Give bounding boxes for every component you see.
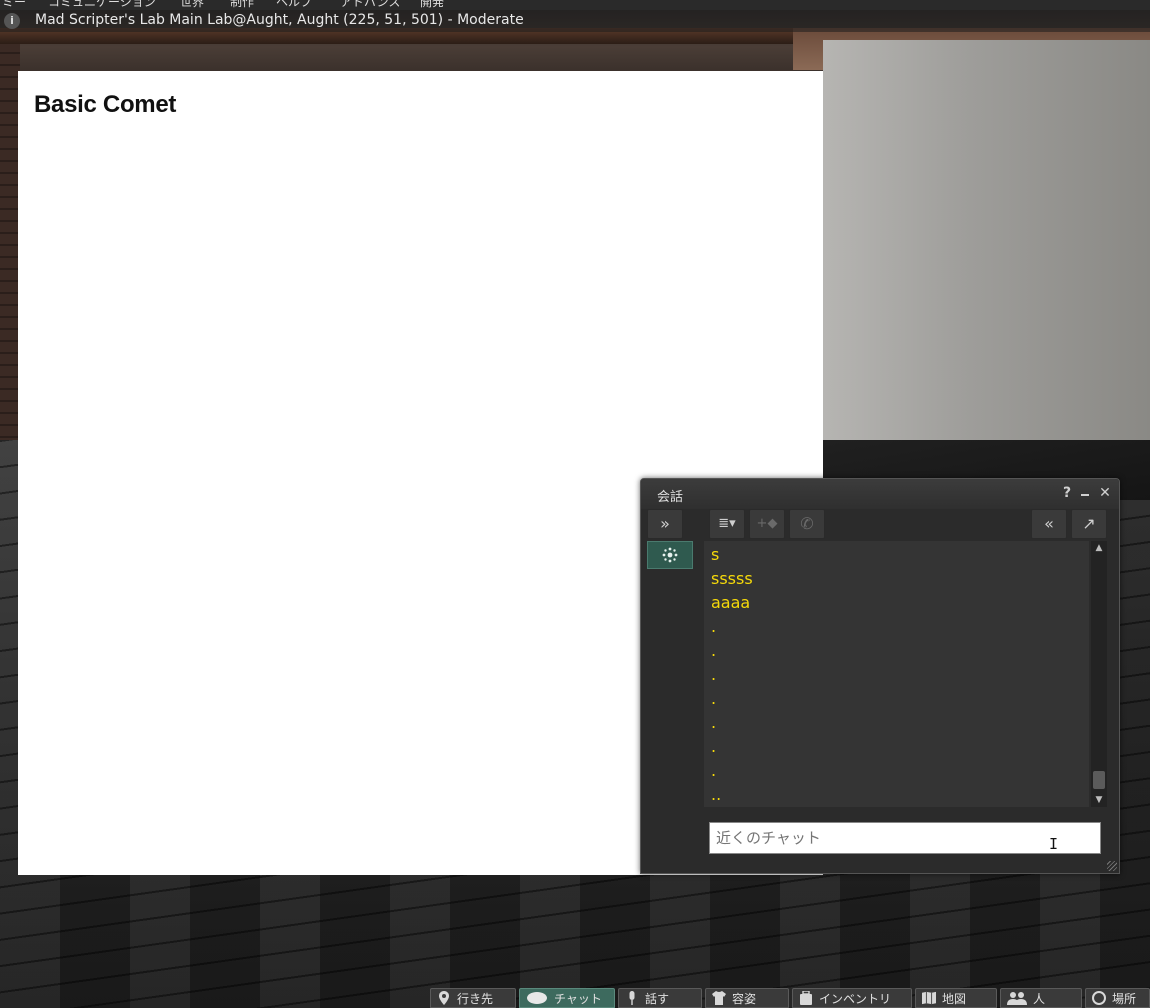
scroll-down-icon[interactable]: ▼	[1091, 793, 1107, 807]
close-button[interactable]: ✕	[1097, 484, 1113, 502]
menu-item-communication[interactable]: コミュニケーション	[48, 0, 156, 10]
help-button[interactable]: ?	[1059, 484, 1075, 502]
chat-message: .	[711, 665, 717, 684]
minimize-icon	[1081, 494, 1089, 496]
location-text[interactable]: Mad Scripter's Lab Main Lab@Aught, Aught…	[35, 12, 524, 28]
map-icon	[922, 991, 936, 1005]
toolbar-speak-button[interactable]: 話す	[618, 988, 702, 1008]
menu-item-help[interactable]: ヘルプ	[276, 0, 312, 10]
chat-scrollbar[interactable]: ▲ ▼	[1091, 541, 1107, 807]
expand-conversations-button[interactable]: »	[647, 509, 683, 539]
toolbar-label: 人	[1033, 991, 1046, 1006]
toolbar-label: インベントリ	[819, 991, 892, 1006]
toolbar-label: チャット	[554, 991, 602, 1006]
chat-message: .	[711, 713, 717, 732]
scroll-up-icon[interactable]: ▲	[1091, 541, 1107, 555]
chat-message: ..	[711, 785, 722, 804]
map-pin-icon	[437, 991, 451, 1005]
menu-item-build[interactable]: 制作	[230, 0, 254, 10]
toolbar-appearance-button[interactable]: 容姿	[705, 988, 789, 1008]
text-cursor-icon: I	[1049, 835, 1059, 853]
add-participant-button[interactable]: +◆	[749, 509, 785, 539]
toolbar-label: 行き先	[457, 991, 494, 1006]
scene-brick-wall	[0, 44, 20, 484]
floater-header[interactable]: 会話 ? ✕	[641, 479, 1119, 509]
chat-message: sssss	[711, 569, 753, 588]
scene-right-wall	[823, 40, 1150, 460]
microphone-icon	[625, 991, 639, 1005]
nearby-chat-icon	[662, 547, 678, 563]
scroll-thumb[interactable]	[1093, 771, 1105, 789]
bottom-toolbar: 行き先 チャット 話す 容姿 インベントリ 地図 人 場所	[430, 986, 1150, 1008]
info-icon[interactable]: i	[4, 13, 20, 29]
people-icon	[1007, 991, 1027, 1005]
shirt-icon	[712, 991, 726, 1005]
collapse-button[interactable]: «	[1031, 509, 1067, 539]
location-bar: i Mad Scripter's Lab Main Lab@Aught, Aug…	[0, 10, 1150, 32]
list-menu-icon: ≣▾	[718, 516, 736, 531]
toolbar-map-button[interactable]: 地図	[915, 988, 997, 1008]
toolbar-people-button[interactable]: 人	[1000, 988, 1082, 1008]
chat-message: .	[711, 761, 717, 780]
chat-message: aaaa	[711, 593, 751, 612]
phone-icon: ✆	[800, 514, 814, 533]
double-chevron-left-icon: «	[1044, 514, 1054, 533]
minimize-button[interactable]	[1077, 484, 1093, 502]
menu-item-develop[interactable]: 開発	[420, 0, 444, 10]
chat-message: .	[711, 617, 717, 636]
add-person-icon: +◆	[756, 516, 778, 531]
toolbar-places-button[interactable]: 場所	[1085, 988, 1150, 1008]
floater-title: 会話	[657, 490, 684, 505]
options-button[interactable]: ≣▾	[709, 509, 745, 539]
places-icon	[1092, 991, 1106, 1005]
double-chevron-right-icon: »	[660, 514, 670, 533]
chat-message: .	[711, 737, 717, 756]
resize-handle[interactable]	[1107, 861, 1117, 871]
menu-item-me[interactable]: ミー	[2, 0, 26, 10]
toolbar-inventory-button[interactable]: インベントリ	[792, 988, 912, 1008]
toolbar-label: 場所	[1112, 991, 1137, 1006]
menu-item-advanced[interactable]: アドバンス	[340, 0, 400, 10]
chat-history[interactable]: s sssss aaaa . . . . . . . ..	[704, 541, 1089, 807]
toolbar-chat-button[interactable]: チャット	[519, 988, 615, 1008]
tear-off-button[interactable]: ↗	[1071, 509, 1107, 539]
toolbar-label: 地図	[942, 991, 967, 1006]
menu-bar: ミー コミュニケーション 世界 制作 ヘルプ アドバンス 開発	[0, 0, 1150, 10]
nearby-chat-tab[interactable]	[647, 541, 693, 569]
arrow-up-right-icon: ↗	[1082, 514, 1096, 533]
speech-bubble-icon	[526, 991, 548, 1005]
media-title: Basic Comet	[34, 91, 177, 118]
menu-item-world[interactable]: 世界	[180, 0, 204, 10]
toolbar-destinations-button[interactable]: 行き先	[430, 988, 516, 1008]
nearby-chat-input[interactable]	[709, 822, 1101, 854]
call-button[interactable]: ✆	[789, 509, 825, 539]
suitcase-icon	[799, 991, 813, 1005]
toolbar-label: 話す	[645, 991, 670, 1006]
chat-message: s	[711, 545, 720, 564]
chat-message: .	[711, 689, 717, 708]
chat-message: .	[711, 641, 717, 660]
conversation-floater: 会話 ? ✕ » ≣▾ +◆ ✆ « ↗ s sssss aaaa . . . …	[640, 478, 1120, 874]
toolbar-label: 容姿	[732, 991, 757, 1006]
